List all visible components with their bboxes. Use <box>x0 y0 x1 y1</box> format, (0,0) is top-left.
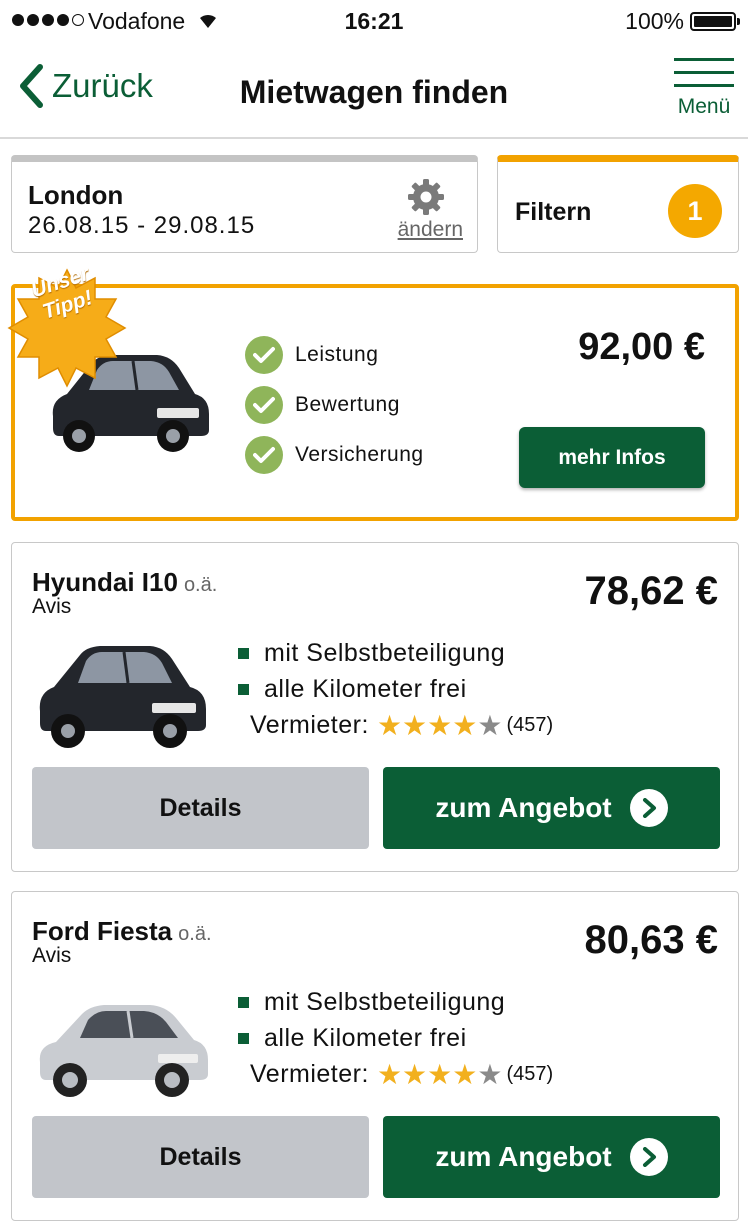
search-summary[interactable]: London 26.08.15 - 29.08.15 ändern <box>11 155 478 253</box>
star-icon: ★ <box>402 709 428 741</box>
battery-percentage: 100% <box>625 8 684 34</box>
star-rating: ★ ★ ★ ★ ★ <box>376 709 503 741</box>
feature-label: alle Kilometer frei <box>264 674 467 703</box>
check-icon <box>245 336 283 374</box>
car-suffix: o.ä. <box>183 574 218 596</box>
hamburger-icon <box>674 58 734 87</box>
recommended-offer-card[interactable]: Unser Tipp! Leistung Bewertung Versicher… <box>7 262 739 521</box>
view-offer-label: zum Angebot <box>435 792 612 823</box>
star-icon: ★ <box>376 1058 403 1090</box>
star-icon: ★ <box>452 1058 478 1090</box>
offer-card: Ford Fiesta o.ä. Avis 80,63 € mit Selbstb… <box>11 891 739 1221</box>
car-image <box>32 631 217 756</box>
tip-badge: Unser Tipp! <box>5 262 129 395</box>
star-icon: ★ <box>477 709 503 741</box>
search-city: London <box>28 180 124 210</box>
filter-count-badge: 1 <box>668 184 722 238</box>
review-count: (457) <box>506 1063 554 1085</box>
star-icon: ★ <box>477 1058 503 1090</box>
status-bar: Vodafone 16:21 100% <box>0 0 748 42</box>
details-button[interactable]: Details <box>32 1116 369 1198</box>
feature-item: mit Selbstbeteiligung <box>238 635 505 671</box>
star-icon: ★ <box>427 1058 453 1090</box>
rental-vendor: Avis <box>32 944 72 967</box>
view-offer-button[interactable]: zum Angebot <box>383 1116 720 1198</box>
vendor-rating: Vermieter: ★ ★ ★ ★ ★ (457) <box>250 711 553 740</box>
more-info-button[interactable]: mehr Infos <box>519 427 705 488</box>
filter-button[interactable]: Filtern 1 <box>497 155 739 253</box>
feature-label: mit Selbstbeteiligung <box>264 987 506 1016</box>
rating-label: Vermieter: <box>250 1060 369 1088</box>
check-label: Bewertung <box>295 393 400 416</box>
arrow-right-circle-icon <box>629 789 668 827</box>
filter-label: Filtern <box>515 198 592 226</box>
car-name: Ford Fiesta <box>32 916 173 946</box>
review-count: (457) <box>506 714 554 736</box>
arrow-right-circle-icon <box>629 1138 668 1176</box>
feature-label: mit Selbstbeteiligung <box>264 638 506 667</box>
check-item: Leistung <box>245 330 424 380</box>
feature-list: mit Selbstbeteiligung alle Kilometer fre… <box>238 984 505 1056</box>
car-name: Hyundai I10 <box>32 567 178 597</box>
gear-icon[interactable] <box>407 178 445 221</box>
star-icon: ★ <box>452 709 478 741</box>
feature-item: alle Kilometer frei <box>238 1020 505 1056</box>
feature-item: alle Kilometer frei <box>238 671 505 707</box>
check-item: Versicherung <box>245 430 424 480</box>
star-rating: ★ ★ ★ ★ ★ <box>376 1058 503 1090</box>
star-icon: ★ <box>427 709 453 741</box>
battery-icon <box>690 12 740 31</box>
car-image <box>32 980 217 1105</box>
check-icon <box>245 386 283 424</box>
star-icon: ★ <box>402 1058 428 1090</box>
rating-label: Vermieter: <box>250 711 369 739</box>
offer-price: 78,62 € <box>584 569 718 613</box>
feature-item: mit Selbstbeteiligung <box>238 984 505 1020</box>
vendor-rating: Vermieter: ★ ★ ★ ★ ★ (457) <box>250 1060 553 1089</box>
check-label: Leistung <box>295 343 379 366</box>
check-label: Versicherung <box>295 443 424 466</box>
menu-button[interactable]: Menü <box>674 58 734 119</box>
change-search-link[interactable]: ändern <box>398 218 463 242</box>
menu-label: Menü <box>677 95 731 118</box>
tip-price: 92,00 € <box>578 326 705 368</box>
rental-vendor: Avis <box>32 595 72 618</box>
feature-label: alle Kilometer frei <box>264 1023 467 1052</box>
search-dates: 26.08.15 - 29.08.15 <box>28 212 256 239</box>
check-item: Bewertung <box>245 380 424 430</box>
navigation-bar: Zurück Mietwagen finden Menü <box>0 42 748 139</box>
feature-list: mit Selbstbeteiligung alle Kilometer fre… <box>238 635 505 707</box>
check-icon <box>245 436 283 474</box>
offer-price: 80,63 € <box>584 918 718 962</box>
details-button[interactable]: Details <box>32 767 369 849</box>
star-icon: ★ <box>376 709 403 741</box>
tip-checklist: Leistung Bewertung Versicherung <box>245 330 424 480</box>
view-offer-button[interactable]: zum Angebot <box>383 767 720 849</box>
view-offer-label: zum Angebot <box>435 1141 612 1172</box>
page-title: Mietwagen finden <box>239 74 509 110</box>
offer-card: Hyundai I10 o.ä. Avis 78,62 € mit Selbstb… <box>11 542 739 872</box>
car-suffix: o.ä. <box>178 923 212 945</box>
